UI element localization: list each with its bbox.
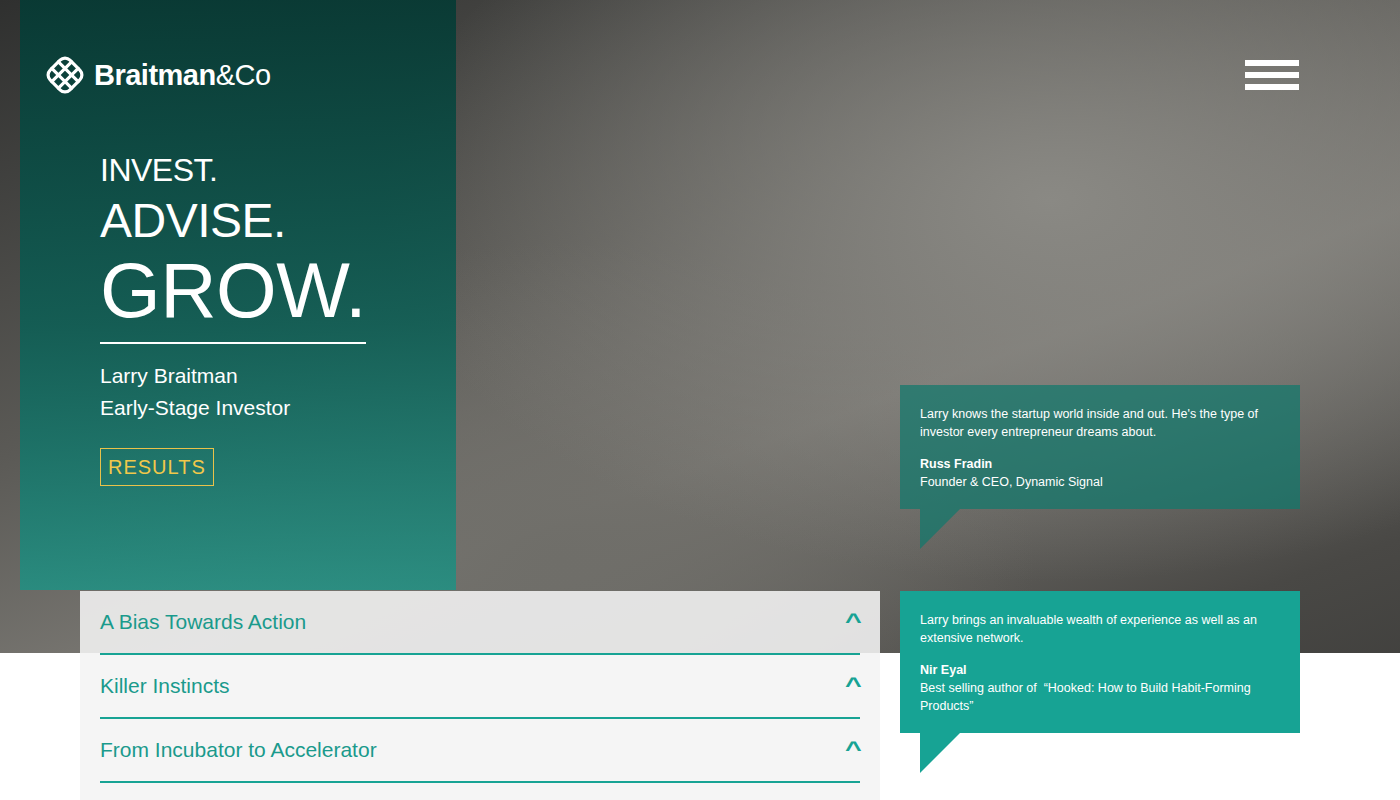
hero: Braitman&Co INVEST. ADVISE.GROW. Larry Brai… [0,0,1400,591]
accordion-item[interactable]: Killer Instincts ^ [100,655,860,719]
testimonial-quote: Larry brings an invaluable wealth of exp… [920,611,1280,647]
testimonial-role: Founder & CEO, Dynamic Signal [920,473,1280,491]
menu-icon[interactable] [1245,60,1299,90]
testimonial: Larry knows the startup world inside and… [900,385,1300,549]
chevron-icon[interactable]: ^ [845,608,862,636]
accordion-list: A Bias Towards Action^Killer Instincts^F… [80,591,880,800]
speech-tail [920,509,960,549]
person-name: Larry Braitman [100,360,290,392]
accordion-item[interactable]: From Incubator to Accelerator ^ [100,719,860,783]
accordion-title[interactable]: A Bias Towards Action [100,608,306,636]
testimonial-box: Larry brings an invaluable wealth of exp… [900,591,1300,733]
menu-bar[interactable] [1245,60,1299,66]
accordion-title[interactable]: From Incubator to Accelerator [100,736,377,764]
testimonial-box: Larry knows the startup world inside and… [900,385,1300,509]
headline-line: ADVISE. [100,196,366,246]
page: Braitman&Co INVEST. ADVISE.GROW. Larry Brai… [0,0,1400,800]
headline-line: INVEST. [100,154,366,188]
person-info: Larry BraitmanEarly-Stage Investor [100,360,290,424]
testimonial-author: Russ Fradin [920,455,1280,473]
testimonial: Larry brings an invaluable wealth of exp… [900,591,1300,773]
hero-panel: Braitman&Co INVEST. ADVISE.GROW. Larry Brai… [20,0,456,590]
lower-section: A Bias Towards Action^Killer Instincts^F… [0,591,1400,800]
headline-block: INVEST. ADVISE.GROW. Larry BraitmanEarly-S… [20,96,456,486]
headline: INVEST. ADVISE.GROW. [100,154,366,344]
accordion-item[interactable]: A Bias Towards Action ^ [100,591,860,655]
accordion-title[interactable]: Killer Instincts [100,672,230,700]
logo-name[interactable]: Braitman [94,59,216,91]
logo-text[interactable]: Braitman&Co [94,54,271,96]
headline-line: GROW. [100,250,366,332]
testimonial-quote: Larry knows the startup world inside and… [920,405,1280,441]
speech-tail [920,733,960,773]
menu-bar[interactable] [1245,84,1299,90]
person-role: Early-Stage Investor [100,392,290,424]
testimonial-role: Best selling author of “Hooked: How to B… [920,679,1280,715]
logo[interactable]: Braitman&Co [20,0,456,96]
hero-right: Larry knows the startup world inside and… [456,0,1400,591]
chevron-icon[interactable]: ^ [845,672,862,700]
menu-bar[interactable] [1245,72,1299,78]
logo-suffix[interactable]: &Co [216,59,271,91]
testimonial-author: Nir Eyal [920,661,1280,679]
results-button[interactable]: RESULTS [100,448,214,486]
logo-icon[interactable] [44,54,86,96]
chevron-icon[interactable]: ^ [845,736,862,764]
